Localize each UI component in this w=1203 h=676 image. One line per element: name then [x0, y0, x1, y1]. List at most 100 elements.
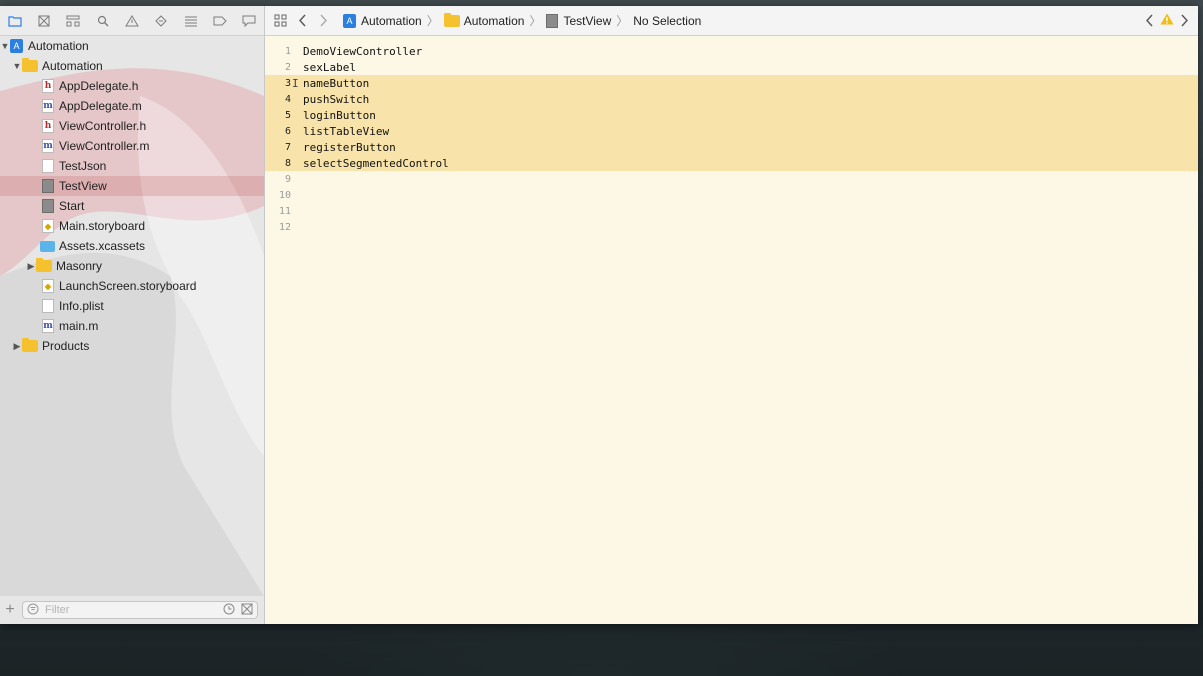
code-line-selected[interactable]: 3 I nameButton [265, 75, 1198, 91]
line-text[interactable]: loginButton [303, 109, 376, 122]
line-text[interactable]: registerButton [303, 141, 396, 154]
line-text[interactable]: sexLabel [303, 61, 356, 74]
tree-item-label: AppDelegate.m [59, 99, 142, 113]
filter-icon [27, 603, 39, 618]
tree-item-file[interactable]: m AppDelegate.m [0, 96, 264, 116]
tree-item-file[interactable]: h ViewController.h [0, 116, 264, 136]
breadcrumb-label: No Selection [633, 13, 702, 28]
breakpoint-icon[interactable] [205, 6, 234, 35]
folder-icon[interactable] [0, 6, 29, 35]
code-line[interactable]: 10 [265, 187, 1198, 203]
line-number: 8 [284, 157, 291, 169]
warning-icon[interactable] [1160, 13, 1174, 28]
tree-item-file[interactable]: m ViewController.m [0, 136, 264, 156]
navigator-toolbar [0, 6, 264, 36]
line-number: 1 [284, 45, 291, 57]
tree-item-label: AppDelegate.h [59, 79, 139, 93]
hierarchy-icon[interactable] [59, 6, 88, 35]
header-file-icon: h [42, 79, 54, 93]
breadcrumb-item-group[interactable]: Automation [443, 12, 524, 28]
tree-item-group[interactable]: ▶ Products [0, 336, 264, 356]
breadcrumb-label: TestView [563, 13, 612, 28]
line-number: 4 [284, 93, 291, 105]
tree-item-file[interactable]: ◆ Main.storyboard [0, 216, 264, 236]
code-line[interactable]: 9 [265, 171, 1198, 187]
issue-warning-icon[interactable] [117, 6, 146, 35]
filter-field[interactable] [22, 601, 258, 619]
disclosure-closed-icon[interactable]: ▶ [26, 261, 36, 272]
debug-icon[interactable] [176, 6, 205, 35]
tree-item-label: Automation [28, 39, 89, 53]
breadcrumb-item-project[interactable]: A Automation [343, 13, 422, 28]
disclosure-closed-icon[interactable]: ▶ [12, 341, 22, 352]
search-icon[interactable] [88, 6, 117, 35]
breadcrumb-label: Automation [361, 13, 422, 28]
tree-item-file[interactable]: TestJson [0, 156, 264, 176]
issue-navigation [1142, 6, 1192, 35]
report-icon[interactable] [235, 6, 264, 35]
code-line-selected[interactable]: 5 loginButton [265, 107, 1198, 123]
previous-issue-chevron-icon[interactable] [1142, 11, 1156, 31]
file-icon [546, 13, 559, 28]
tree-item-project[interactable]: ▼ A Automation [0, 36, 264, 56]
related-items-grid-icon[interactable] [269, 11, 291, 31]
tree-item-file[interactable]: ◆ LaunchScreen.storyboard [0, 276, 264, 296]
tree-item-label: main.m [59, 319, 99, 333]
header-file-icon: h [42, 119, 54, 133]
tree-item-label: Assets.xcassets [59, 239, 146, 253]
file-icon [42, 179, 54, 193]
code-line[interactable]: 11 [265, 203, 1198, 219]
line-text[interactable]: pushSwitch [303, 93, 369, 106]
tree-item-file-selected[interactable]: TestView [0, 176, 264, 196]
code-line-selected[interactable]: 7 registerButton [265, 139, 1198, 155]
filter-input[interactable] [43, 603, 217, 617]
tree-item-group[interactable]: ▶ Masonry [0, 256, 264, 276]
recent-files-clock-icon[interactable] [223, 603, 235, 618]
tree-item-file[interactable]: m main.m [0, 316, 264, 336]
breadcrumb-separator-icon: 〉 [426, 14, 439, 28]
document-icon [42, 159, 54, 173]
tree-item-group[interactable]: ▼ Automation [0, 56, 264, 76]
source-control-filter-icon[interactable] [241, 603, 253, 618]
line-number: 2 [284, 61, 291, 73]
code-line[interactable]: 2 sexLabel [265, 59, 1198, 75]
back-chevron-icon[interactable] [291, 11, 313, 31]
tree-item-file[interactable]: Assets.xcassets [0, 236, 264, 256]
tree-item-label: Main.storyboard [59, 219, 146, 233]
storyboard-file-icon: ◆ [42, 219, 54, 233]
tree-item-file[interactable]: h AppDelegate.h [0, 76, 264, 96]
breadcrumb-separator-icon: 〉 [616, 14, 629, 28]
tree-item-label: Automation [42, 59, 103, 73]
code-line-selected[interactable]: 6 listTableView [265, 123, 1198, 139]
line-text[interactable]: nameButton [303, 77, 369, 90]
breadcrumb-item-selection[interactable]: No Selection [633, 14, 701, 28]
breadcrumb-separator-icon: 〉 [529, 14, 542, 28]
line-text[interactable]: selectSegmentedControl [303, 157, 449, 170]
code-line[interactable]: 12 [265, 219, 1198, 235]
line-text[interactable]: listTableView [303, 125, 389, 138]
test-diamond-icon[interactable] [147, 6, 176, 35]
tree-item-file[interactable]: Info.plist [0, 296, 264, 316]
jump-bar: A Automation 〉 Automation 〉 TestView 〉 N… [265, 6, 1198, 36]
disclosure-open-icon[interactable]: ▼ [12, 61, 22, 71]
forward-chevron-icon[interactable] [313, 11, 335, 31]
source-control-icon[interactable] [29, 6, 58, 35]
line-text[interactable]: DemoViewController [303, 45, 422, 58]
source-editor[interactable]: 1 DemoViewController 2 sexLabel 3 I name… [265, 36, 1198, 624]
text-cursor-icon: I [292, 77, 299, 90]
code-line-selected[interactable]: 8 selectSegmentedControl [265, 155, 1198, 171]
implementation-file-icon: m [42, 139, 54, 153]
disclosure-open-icon[interactable]: ▼ [0, 41, 10, 51]
breadcrumb-item-file[interactable]: TestView [546, 13, 612, 28]
tree-item-label: ViewController.h [59, 119, 147, 133]
tree-item-file[interactable]: Start [0, 196, 264, 216]
tree-item-label: Products [42, 339, 90, 353]
implementation-file-icon: m [42, 99, 54, 113]
line-number: 9 [284, 173, 291, 185]
asset-catalog-icon [40, 240, 55, 252]
next-issue-chevron-icon[interactable] [1178, 11, 1192, 31]
code-line-selected[interactable]: 4 pushSwitch [265, 91, 1198, 107]
project-icon: A [343, 13, 356, 28]
code-line[interactable]: 1 DemoViewController [265, 43, 1198, 59]
add-icon[interactable]: + [2, 601, 18, 619]
